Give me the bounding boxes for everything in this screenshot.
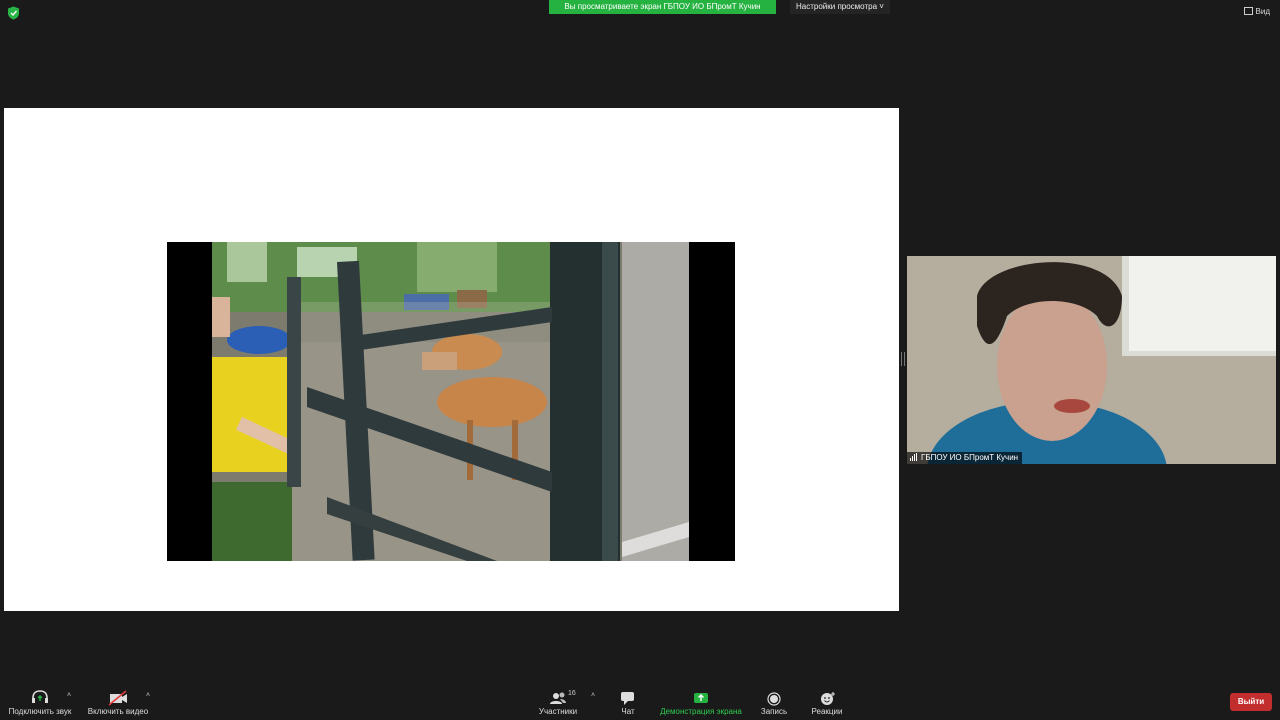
view-options-menu[interactable]: Настройки просмотра ˅: [790, 0, 890, 14]
start-video-label: Включить видео: [87, 707, 149, 716]
join-audio-button[interactable]: Подключить звук: [4, 683, 76, 720]
view-button[interactable]: Вид: [1243, 7, 1270, 16]
record-label: Запись: [760, 707, 788, 716]
screen-share-banner: Вы просматриваете экран ГБПОУ ИО БПромТ …: [549, 0, 776, 14]
panel-resize-handle[interactable]: [901, 352, 905, 366]
headphones-icon: [32, 690, 48, 703]
chat-label: Чат: [621, 707, 635, 716]
connection-signal-icon: [910, 453, 918, 464]
audio-options-chevron-icon[interactable]: ˄: [67, 692, 71, 699]
join-audio-label: Подключить звук: [8, 707, 72, 716]
participant-name: ГБПОУ ИО БПромТ Кучин: [921, 453, 1019, 462]
reactions-label: Реакции: [811, 707, 843, 716]
gallery-view-icon: [1243, 7, 1253, 15]
security-shield-icon[interactable]: [7, 6, 20, 20]
record-button[interactable]: Запись: [754, 683, 794, 720]
share-screen-button[interactable]: Демонстрация экрана: [656, 683, 746, 720]
view-button-label: Вид: [1255, 7, 1270, 16]
reactions-smiley-icon: [821, 692, 835, 705]
participants-options-chevron-icon[interactable]: ˄: [591, 692, 595, 699]
participants-label: Участники: [538, 707, 578, 716]
reactions-button[interactable]: Реакции: [804, 683, 850, 720]
record-icon: [767, 692, 781, 706]
leave-meeting-button[interactable]: Выйти: [1230, 693, 1272, 711]
participant-video-tile[interactable]: ГБПОУ ИО БПромТ Кучин: [907, 256, 1276, 464]
chevron-down-icon: ˅: [879, 2, 884, 11]
shared-screen-slide: [4, 108, 899, 611]
view-options-label: Настройки просмотра: [796, 2, 878, 11]
participant-name-label: ГБПОУ ИО БПромТ Кучин: [907, 452, 1023, 464]
chat-button[interactable]: Чат: [610, 683, 646, 720]
video-options-chevron-icon[interactable]: ˄: [146, 692, 150, 699]
start-video-button[interactable]: Включить видео: [84, 683, 152, 720]
share-screen-icon: [694, 693, 708, 703]
chat-bubble-icon: [621, 692, 634, 705]
share-screen-label: Демонстрация экрана: [660, 707, 742, 716]
video-off-icon: [108, 690, 127, 706]
meeting-toolbar: Подключить звук ˄ Включить видео ˄ Участ…: [0, 683, 1280, 720]
participants-count: 16: [568, 690, 576, 697]
participants-button[interactable]: Участники: [533, 683, 583, 720]
slide-photo-deer-enclosure: [167, 242, 735, 561]
